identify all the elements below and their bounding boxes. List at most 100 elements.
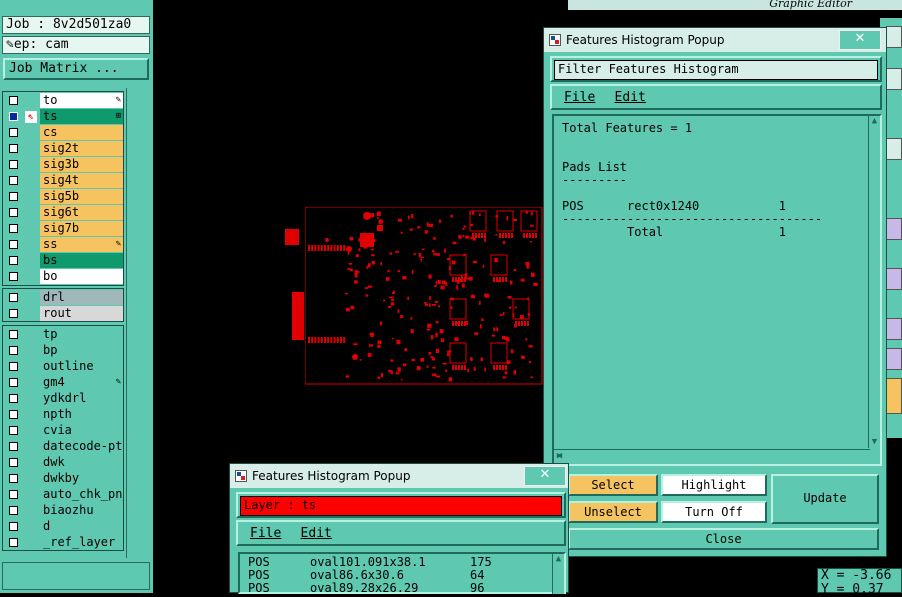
layer-row-sig6t[interactable]: sig6t <box>3 205 123 221</box>
layer-name[interactable]: sig4t <box>40 173 123 188</box>
feature-row[interactable]: POS oval89.28x26.29 96 <box>248 582 548 595</box>
report-vscrollbar[interactable]: ▲ ▼ <box>868 116 880 448</box>
toolbar-button[interactable] <box>886 348 902 370</box>
layer-row-_ref_layer[interactable]: _ref_layer <box>3 535 123 551</box>
layer-name[interactable]: sig5b <box>40 189 123 204</box>
layer-name[interactable]: ts ⊞ <box>40 109 123 124</box>
layer-name[interactable]: ydkdrl <box>40 391 123 406</box>
layer-row-sig5b[interactable]: sig5b <box>3 189 123 205</box>
layer-checkbox[interactable] <box>9 192 18 201</box>
close-icon[interactable]: ✕ <box>524 466 566 486</box>
layer-row-outline[interactable]: outline <box>3 359 123 375</box>
layer-name[interactable]: dwk <box>40 455 123 470</box>
layer-checkbox[interactable] <box>9 256 18 265</box>
layer-row-gm4[interactable]: gm4 ✎ <box>3 375 123 391</box>
layer-name[interactable]: sig3b <box>40 157 123 172</box>
layer-name[interactable]: gm4 ✎ <box>40 375 123 390</box>
toolbar-button[interactable] <box>886 318 902 340</box>
layer-name[interactable]: outline <box>40 359 123 374</box>
close-icon[interactable]: ✕ <box>839 30 881 50</box>
unselect-button[interactable]: Unselect <box>568 501 658 523</box>
layer-name[interactable]: bo <box>40 269 123 284</box>
toolbar-button[interactable] <box>886 218 902 240</box>
turn-off-button[interactable]: Turn Off <box>661 501 767 523</box>
layer-row-ts[interactable]: ⇖ ts ⊞ <box>3 109 123 125</box>
layer-row-ydkdrl[interactable]: ydkdrl <box>3 391 123 407</box>
layer-row-to[interactable]: to ✎ <box>3 93 123 109</box>
layer-row-cs[interactable]: cs <box>3 125 123 141</box>
scroll-right-icon[interactable]: ▶ <box>554 451 565 462</box>
layer-row-auto_chk_pn_[interactable]: auto_chk_pn_ <box>3 487 123 503</box>
menu-file[interactable]: File <box>250 526 281 541</box>
layer-row-bo[interactable]: bo <box>3 269 123 285</box>
layer-row-npth[interactable]: npth <box>3 407 123 423</box>
layer-row-ss[interactable]: ss ✎ <box>3 237 123 253</box>
layer-checkbox[interactable] <box>9 144 18 153</box>
layer-checkbox[interactable] <box>9 490 18 499</box>
layer-checkbox[interactable] <box>9 330 18 339</box>
layer-row-sig7b[interactable]: sig7b <box>3 221 123 237</box>
popup-titlebar[interactable]: Features Histogram Popup ✕ <box>544 28 886 52</box>
select-button[interactable]: Select <box>568 474 658 496</box>
layer-checkbox[interactable] <box>9 442 18 451</box>
layer-checkbox[interactable] <box>9 378 18 387</box>
layer-checkbox[interactable] <box>9 410 18 419</box>
layer-row-tp[interactable]: tp <box>3 327 123 343</box>
toolbar-button[interactable] <box>886 378 902 414</box>
layer-row-rout[interactable]: rout <box>3 306 123 322</box>
layer-row-dwkby[interactable]: dwkby <box>3 471 123 487</box>
layer-checkbox[interactable] <box>9 458 18 467</box>
layer-checkbox[interactable] <box>9 293 18 302</box>
scroll-down-icon[interactable]: ▼ <box>869 437 880 448</box>
highlight-button[interactable]: Highlight <box>661 474 767 496</box>
layer-checkbox[interactable] <box>9 112 18 121</box>
layer-row-datecode-pto[interactable]: datecode-pto <box>3 439 123 455</box>
layer-name[interactable]: biaozhu <box>40 503 123 518</box>
menu-edit[interactable]: Edit <box>301 526 332 541</box>
menu-edit[interactable]: Edit <box>615 90 646 105</box>
feature-list-vscrollbar[interactable]: ▲ <box>552 554 564 594</box>
layer-checkbox[interactable] <box>9 394 18 403</box>
layer-checkbox[interactable] <box>9 272 18 281</box>
layer-checkbox[interactable] <box>9 309 18 318</box>
scroll-up-icon[interactable]: ▲ <box>553 554 564 565</box>
layer-row-drl[interactable]: drl <box>3 290 123 306</box>
toolbar-button[interactable] <box>886 26 902 48</box>
layer-checkbox[interactable] <box>9 474 18 483</box>
menu-file[interactable]: File <box>564 90 595 105</box>
layer-list-scrollbar[interactable] <box>126 88 152 558</box>
layer-name[interactable]: bp <box>40 343 123 358</box>
layer-name[interactable]: to ✎ <box>40 93 123 108</box>
layer-name[interactable]: cvia <box>40 423 123 438</box>
layer-row-cvia[interactable]: cvia <box>3 423 123 439</box>
layer-name[interactable]: dwkby <box>40 471 123 486</box>
layer-checkbox[interactable] <box>9 362 18 371</box>
layer-name[interactable]: d <box>40 519 123 534</box>
layer-name[interactable]: drl <box>40 290 123 305</box>
toolbar-button[interactable] <box>886 268 902 290</box>
close-button[interactable]: Close <box>568 528 879 550</box>
layer-row-sig3b[interactable]: sig3b <box>3 157 123 173</box>
layer-checkbox[interactable] <box>9 346 18 355</box>
layer-row-dwk[interactable]: dwk <box>3 455 123 471</box>
layer-row-d[interactable]: d <box>3 519 123 535</box>
layer-checkbox[interactable] <box>9 96 18 105</box>
layer-name[interactable]: rout <box>40 306 123 321</box>
layer-checkbox[interactable] <box>9 506 18 515</box>
layer-checkbox[interactable] <box>9 224 18 233</box>
job-matrix-button[interactable]: Job Matrix ... <box>3 58 149 80</box>
layer-name[interactable]: sig6t <box>40 205 123 220</box>
layer-row-biaozhu[interactable]: biaozhu <box>3 503 123 519</box>
popup-titlebar[interactable]: Features Histogram Popup ✕ <box>230 464 568 488</box>
layer-row-sig2t[interactable]: sig2t <box>3 141 123 157</box>
layer-name[interactable]: auto_chk_pn_ <box>40 487 123 502</box>
layer-name[interactable]: tp <box>40 327 123 342</box>
layer-checkbox[interactable] <box>9 160 18 169</box>
layer-name[interactable]: npth <box>40 407 123 422</box>
report-hscrollbar[interactable]: ◀ ▶ <box>554 449 870 464</box>
toolbar-button[interactable] <box>886 138 902 160</box>
layer-checkbox[interactable] <box>9 538 18 547</box>
layer-name[interactable]: bs <box>40 253 123 268</box>
layer-checkbox[interactable] <box>9 426 18 435</box>
layer-row-bs[interactable]: bs <box>3 253 123 269</box>
